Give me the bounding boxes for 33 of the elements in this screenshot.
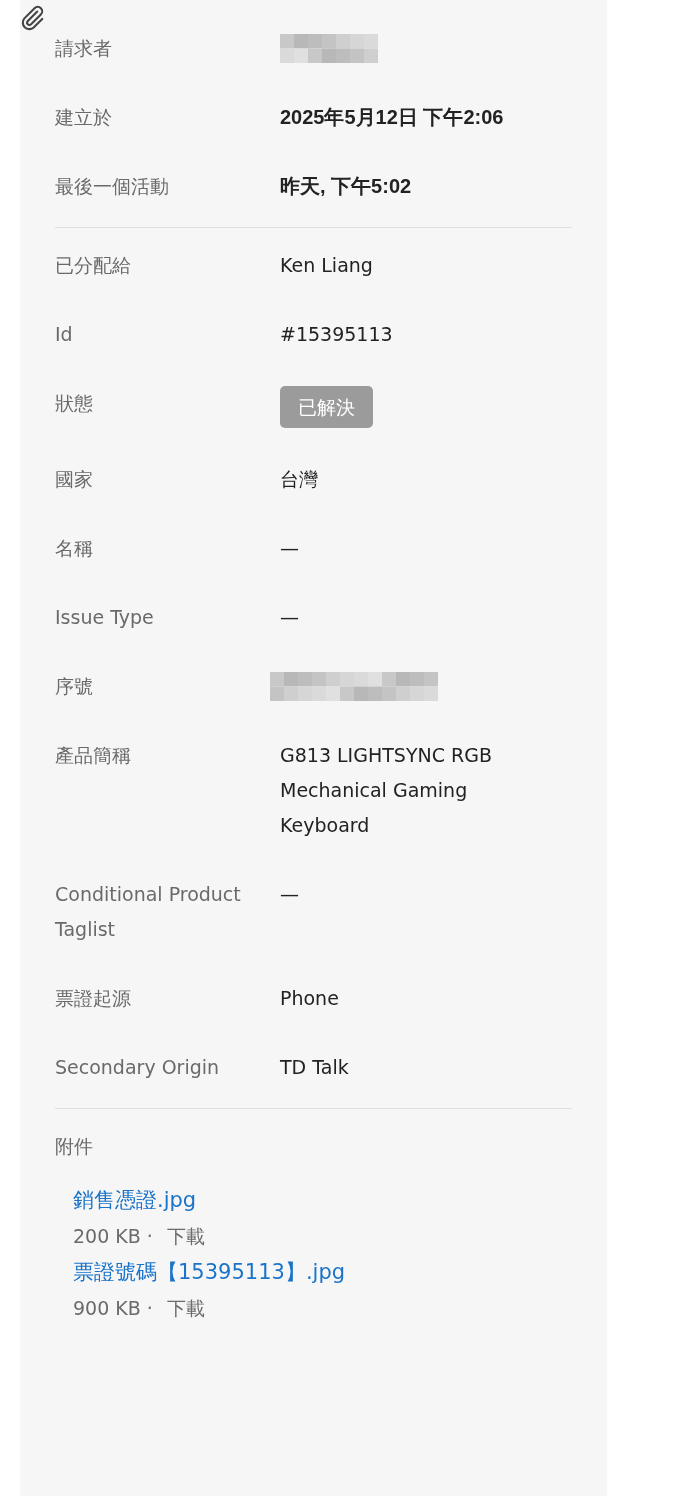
field-label: 建立於 — [55, 105, 113, 130]
field-label: Conditional Product Taglist — [55, 882, 242, 942]
field-value: 台灣 — [280, 467, 318, 492]
field-label: 最後一個活動 — [55, 174, 170, 199]
field-label: Secondary Origin — [55, 1055, 221, 1080]
field-value: — — [280, 605, 299, 630]
download-link[interactable]: 下載 — [166, 1290, 205, 1326]
field-value: — — [280, 536, 299, 561]
field-label: 產品簡稱 — [55, 743, 132, 768]
status-badge: 已解決 — [280, 386, 373, 428]
field-label: 狀態 — [55, 391, 94, 416]
field-value: 昨天, 下午5:02 — [280, 174, 412, 199]
field-value: Phone — [280, 986, 339, 1011]
section-label: 附件 — [55, 1134, 94, 1159]
field-value: TD Talk — [280, 1055, 349, 1080]
field-label: 序號 — [55, 674, 94, 699]
field-label: Issue Type — [55, 605, 155, 630]
field-label: Id — [55, 322, 74, 347]
field-label: 請求者 — [55, 36, 113, 61]
field-label: 票證起源 — [55, 986, 132, 1011]
field-label: 名稱 — [55, 536, 94, 561]
file-size: 200 KB · — [73, 1224, 153, 1249]
file-size: 900 KB · — [73, 1296, 153, 1321]
file-link[interactable]: 銷售憑證.jpg — [73, 1182, 197, 1218]
download-link[interactable]: 下載 — [166, 1218, 205, 1254]
field-value: #15395113 — [280, 322, 393, 347]
field-value: Ken Liang — [280, 253, 373, 278]
file-link[interactable]: 票證號碼【15395113】.jpg — [73, 1254, 346, 1290]
field-value: — — [280, 882, 299, 907]
field-label: 已分配給 — [55, 253, 132, 278]
field-value: G813 LIGHTSYNC RGB Mechanical Gaming Keyboard — [280, 743, 493, 838]
field-value: 2025年5月12日 下午2:06 — [280, 105, 504, 130]
field-label: 國家 — [55, 467, 94, 492]
